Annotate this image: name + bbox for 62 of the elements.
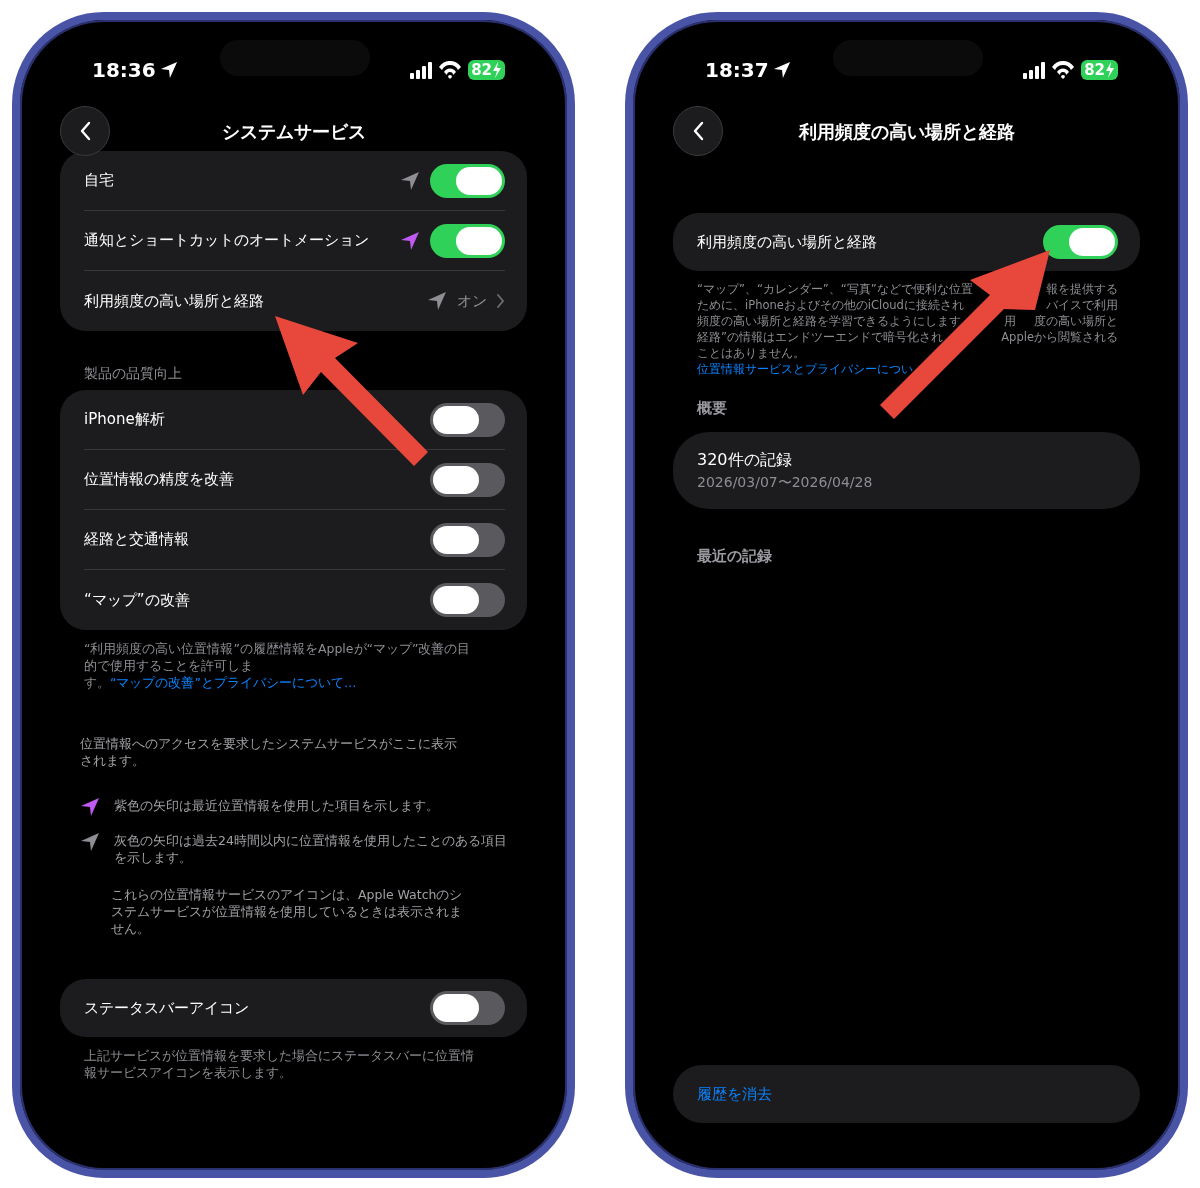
clear-history-button[interactable]: 履歴を消去	[673, 1065, 1140, 1123]
footer-text: “利用頻度の高い位置情報”の履歴情報をAppleが“マップ”改善の目的で使用することを許可します。“マップの改善”とプライバシーについて…	[84, 640, 472, 691]
info-text: 位置情報へのアクセスを要求したシステムサービスがここに表示されます。	[80, 735, 457, 769]
privacy-link[interactable]: 位置情報サービスとプライバシーについ	[697, 362, 913, 376]
chevron-left-icon	[691, 121, 705, 141]
location-arrow-icon	[772, 61, 791, 79]
description-text: Appleから閲覧される	[1001, 329, 1118, 345]
toggle-switch[interactable]	[430, 991, 505, 1025]
toggle-switch[interactable]	[430, 402, 505, 437]
row-label: 通知とショートカットのオートメーション	[84, 230, 370, 252]
description-text: 頻度の高い場所と経路を学習できるようにします	[697, 313, 961, 329]
description-text: ことはありません。	[697, 345, 805, 361]
row-label: 経路と交通情報	[84, 529, 190, 551]
settings-row[interactable]: 利用頻度の高い場所と経路 オン	[84, 271, 505, 331]
bolt-icon	[1105, 62, 1115, 78]
privacy-link[interactable]: “マップの改善”とプライバシーについて…	[110, 675, 357, 690]
battery-indicator: 82	[1081, 60, 1118, 80]
back-button[interactable]	[60, 106, 110, 156]
description-text: バイスで利用	[1046, 297, 1118, 313]
row-label: “マップ”の改善	[84, 589, 191, 611]
record-count: 320件の記録	[697, 448, 793, 471]
toggle-switch[interactable]	[430, 462, 505, 497]
row-label: iPhone解析	[84, 409, 166, 431]
wifi-icon	[438, 61, 463, 79]
toggle-switch[interactable]	[430, 163, 505, 198]
description-text: ために、iPhoneおよびその他のiCloudに接続され	[697, 297, 964, 313]
date-range: 2026/03/07〜2026/04/28	[697, 472, 874, 492]
location-arrow-icon	[159, 61, 178, 79]
screen-title: 利用頻度の高い場所と経路	[798, 119, 1015, 144]
chevron-left-icon	[78, 121, 92, 141]
toggle-switch[interactable]	[430, 583, 505, 617]
status-time: 18:37	[705, 57, 769, 84]
toggle-switch[interactable]	[1043, 225, 1118, 259]
chevron-right-icon	[497, 294, 505, 308]
note-text: これらの位置情報サービスのアイコンは、Apple Watchのシステムサービスが位置情報を使用しているときは表示されません。	[111, 886, 464, 937]
description-text: 報を提供する	[1046, 281, 1118, 297]
signal-icon	[1023, 61, 1046, 79]
section-header: 概要	[697, 398, 728, 419]
screen-title: システムサービス	[221, 119, 366, 144]
bolt-icon	[492, 62, 502, 78]
battery-indicator: 82	[468, 60, 505, 80]
toggle-switch[interactable]	[430, 522, 505, 557]
signal-icon	[410, 61, 433, 79]
status-time: 18:36	[92, 57, 156, 84]
description-text: 用	[1003, 313, 1016, 329]
section-header: 製品の品質向上	[84, 364, 183, 383]
row-label: 位置情報の精度を改善	[84, 469, 235, 491]
summary-card[interactable]: 320件の記録 2026/03/07〜2026/04/28	[673, 431, 1140, 509]
description-text: 度の高い場所と	[1034, 313, 1118, 329]
wifi-icon	[1051, 61, 1076, 79]
description-text: “マップ”、“カレンダー”、“写真”などで便利な位置	[697, 281, 973, 297]
section-header: 最近の記録	[697, 545, 773, 567]
legend-text: 灰色の矢印は過去24時間以内に位置情報を使用したことのある項目を示します。	[114, 832, 507, 866]
row-label: ステータスバーアイコン	[84, 997, 250, 1019]
back-button[interactable]	[673, 106, 723, 156]
footer-text: 上記サービスが位置情報を要求した場合にステータスバーに位置情報サービスアイコンを表示します。	[84, 1047, 475, 1081]
row-label: 利用頻度の高い場所と経路	[697, 231, 878, 253]
legend-text: 紫色の矢印は最近位置情報を使用した項目を示します。	[114, 797, 439, 815]
row-label: 自宅	[84, 170, 115, 192]
description-text: 経路”の情報はエンドツーエンドで暗号化され	[697, 329, 943, 345]
toggle-switch[interactable]	[430, 223, 505, 258]
row-value: オン	[457, 290, 487, 312]
